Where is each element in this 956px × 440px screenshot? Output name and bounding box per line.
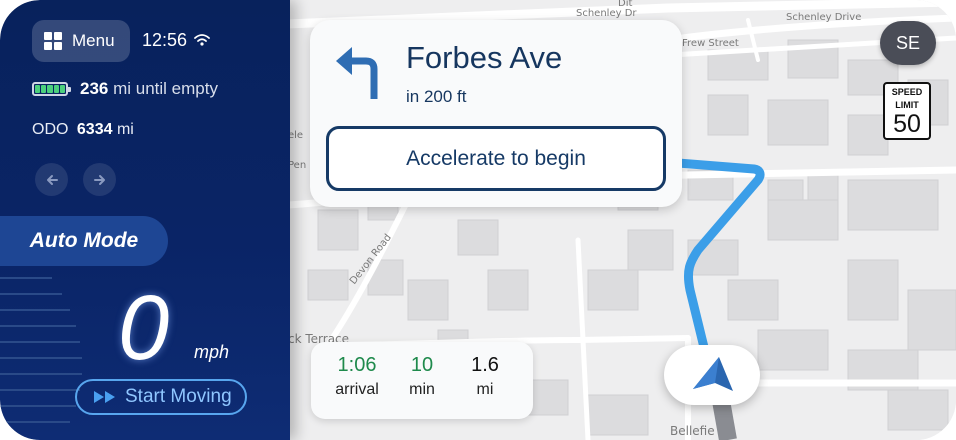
car-display: Dit Schenley Dr Schenley Drive Frew Stre… [0,0,956,440]
wifi-icon [194,34,210,46]
map-label: Schenley Drive [786,12,862,23]
grid-icon [44,32,62,50]
forward-button[interactable] [83,163,116,196]
arrival-label: arrival [335,381,379,398]
eta-distance: 1.6 mi [453,354,517,399]
clock: 12:56 [142,30,188,50]
menu-label: Menu [72,31,115,50]
speed-limit-value: 50 [893,110,921,138]
odometer: ODO 6334 mi [32,121,134,139]
drive-mode-badge[interactable]: Auto Mode [0,216,168,266]
range-value: 236 [80,79,109,98]
turn-left-icon [336,47,378,99]
start-moving-label: Start Moving [125,386,232,407]
recenter-button[interactable] [664,345,760,405]
next-street: Forbes Ave [406,40,563,75]
speed-limit-title-1: SPEED [891,87,923,97]
odo-unit: mi [116,121,134,138]
map-label: ele [288,130,304,141]
vehicle-panel: Menu 12:56 236 mi until empty ODO 6334 m… [0,0,290,440]
accelerate-prompt-button[interactable]: Accelerate to begin [326,126,666,191]
minutes-label: min [409,381,435,398]
start-moving-button[interactable]: Start Moving [75,379,247,415]
back-button[interactable] [35,163,68,196]
eta-minutes: 10 min [390,354,454,399]
range-readout: 236 mi until empty [80,79,218,99]
speed-limit-sign: SPEED LIMIT 50 [883,82,931,140]
arrival-time: 1:06 [337,354,377,376]
odo-value: 6334 [76,121,113,138]
arrow-left-icon [46,174,58,185]
eta-card[interactable]: 1:06 arrival 10 min 1.6 mi [311,342,533,419]
turn-instruction-card: Forbes Ave in 200 ft Accelerate to begin [310,20,682,207]
map-label: Schenley Dr [576,8,637,19]
minutes-value: 10 [410,354,434,376]
heading-badge[interactable]: SE [880,21,936,65]
odo-label: ODO [32,121,69,138]
map-label: Pen [288,160,307,171]
map-label: Bellefie [670,424,715,438]
menu-button[interactable]: Menu [32,20,130,62]
speed-value: 0 [118,277,170,379]
fast-forward-icon [94,391,115,403]
arrow-right-icon [93,174,105,185]
speed-unit: mph [194,342,230,362]
next-turn-distance: in 200 ft [406,87,467,106]
miles-label: mi [476,381,494,398]
map-label: Frew Street [682,38,739,49]
miles-value: 1.6 [471,354,499,376]
battery-icon [32,82,71,96]
navigation-arrow-icon [693,357,733,391]
range-label: mi until empty [113,79,218,98]
speed-limit-title-2: LIMIT [895,100,919,110]
eta-arrival: 1:06 arrival [325,354,389,399]
drive-mode-label: Auto Mode [29,229,139,252]
